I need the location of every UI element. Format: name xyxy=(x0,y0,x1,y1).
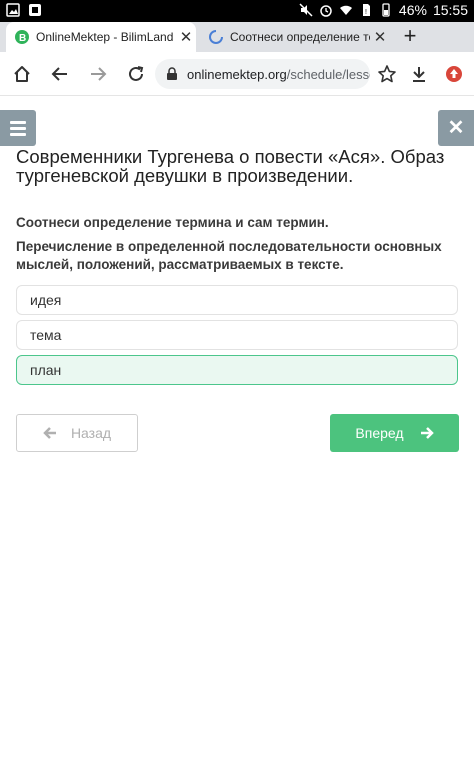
update-button[interactable] xyxy=(442,62,466,86)
menu-icon-bar xyxy=(10,132,26,136)
arrow-left-icon xyxy=(51,67,67,81)
reload-button[interactable] xyxy=(124,62,148,86)
gallery-notification-icon xyxy=(6,3,20,17)
tab-close-icon[interactable]: ✕ xyxy=(370,28,390,46)
address-bar[interactable]: onlinemektep.org/schedule/lesso xyxy=(155,59,370,89)
tab-onlinemektep[interactable]: B OnlineMektep - BilimLand ✕ xyxy=(6,22,196,52)
app-notification-icon xyxy=(29,4,41,16)
download-icon xyxy=(413,67,425,82)
option-label: тема xyxy=(30,327,62,343)
home-icon xyxy=(14,66,30,82)
bookmark-button[interactable] xyxy=(375,62,399,86)
menu-button[interactable] xyxy=(0,110,36,146)
wifi-icon xyxy=(339,5,352,15)
lock-icon xyxy=(167,67,177,80)
forward-nav-button[interactable] xyxy=(86,62,110,86)
answer-option-idea[interactable]: идея xyxy=(16,285,458,315)
svg-text:B: B xyxy=(19,33,26,44)
svg-text:!: ! xyxy=(365,9,367,16)
tab-title: OnlineMektep - BilimLand xyxy=(36,30,174,44)
tab-close-icon[interactable]: ✕ xyxy=(176,28,196,46)
url-text: onlinemektep.org/schedule/lesso xyxy=(187,67,370,82)
url-path: /schedule/lesso xyxy=(286,66,370,82)
lesson-title: Современники Тургенева о повести «Ася». … xyxy=(16,146,445,186)
update-alert-icon xyxy=(446,66,462,82)
question-definition: Перечисление в определенной последовател… xyxy=(16,239,442,272)
back-nav-button[interactable] xyxy=(48,62,72,86)
arrow-right-icon xyxy=(420,427,434,439)
star-icon xyxy=(378,65,396,83)
status-bar: ! 46% 15:55 xyxy=(0,0,474,22)
back-button-label: Назад xyxy=(70,425,112,441)
browser-toolbar: onlinemektep.org/schedule/lesso xyxy=(0,52,474,96)
tab-question[interactable]: Соотнеси определение терми ✕ xyxy=(200,22,390,52)
option-label: идея xyxy=(30,292,62,308)
question-instruction: Соотнеси определение термина и сам терми… xyxy=(16,215,329,230)
menu-icon xyxy=(10,120,26,124)
answer-option-tema[interactable]: тема xyxy=(16,320,458,350)
arrow-left-icon xyxy=(43,427,56,439)
menu-icon-bar xyxy=(10,126,26,130)
url-host: onlinemektep.org xyxy=(187,66,287,82)
next-button-label: Вперед xyxy=(355,425,404,441)
bilimland-favicon-icon: B xyxy=(15,30,29,44)
reload-icon xyxy=(129,66,144,81)
next-button[interactable]: Вперед xyxy=(330,414,459,452)
page-content: ✕ Современники Тургенева о повести «Ася»… xyxy=(0,96,474,758)
close-icon: ✕ xyxy=(447,117,465,139)
tab-title: Соотнеси определение терми xyxy=(230,30,370,44)
arrow-right-icon xyxy=(91,67,107,81)
clock: 15:55 xyxy=(432,2,468,18)
download-button[interactable] xyxy=(407,62,431,86)
back-button[interactable]: Назад xyxy=(16,414,138,452)
home-button[interactable] xyxy=(10,62,34,86)
answer-option-plan[interactable]: план xyxy=(16,355,458,385)
battery-icon xyxy=(382,3,390,17)
alarm-icon xyxy=(320,5,332,17)
loading-spinner-icon xyxy=(209,30,223,44)
new-tab-button[interactable]: + xyxy=(398,24,422,48)
option-label: план xyxy=(30,362,62,378)
mute-icon xyxy=(299,3,313,17)
battery-percent: 46% xyxy=(398,2,427,18)
close-lesson-button[interactable]: ✕ xyxy=(438,110,474,146)
no-sim-icon: ! xyxy=(362,4,370,16)
tab-strip: B OnlineMektep - BilimLand ✕ Соотнеси оп… xyxy=(0,22,474,52)
